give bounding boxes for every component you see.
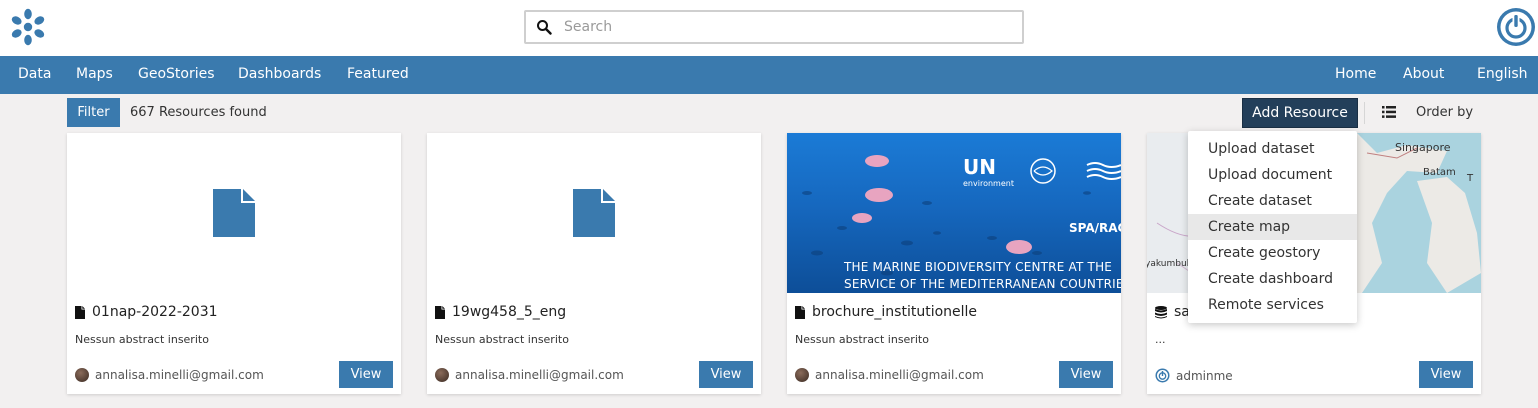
view-button[interactable]: View bbox=[699, 361, 753, 388]
un-logo-subtitle: environment bbox=[963, 179, 1014, 188]
card-thumbnail: UN environment SPA/RAC THE MARINE BIODIV… bbox=[787, 133, 1121, 293]
top-bar bbox=[0, 0, 1538, 56]
card-abstract: Nessun abstract inserito bbox=[795, 333, 929, 346]
map-label-batam: Batam bbox=[1423, 167, 1456, 178]
owner-email[interactable]: annalisa.minelli@gmail.com bbox=[455, 368, 624, 382]
database-icon bbox=[1155, 305, 1167, 318]
document-placeholder-icon bbox=[573, 189, 615, 237]
owner-email[interactable]: annalisa.minelli@gmail.com bbox=[815, 368, 984, 382]
order-by-dropdown[interactable]: Order by bbox=[1416, 105, 1473, 120]
thumbnail-tagline-1: THE MARINE BIODIVERSITY CENTRE AT THE bbox=[844, 260, 1113, 274]
main-navbar: Data Maps GeoStories Dashboards Featured… bbox=[0, 56, 1538, 94]
toolbar-divider bbox=[1364, 102, 1365, 124]
view-button[interactable]: View bbox=[339, 361, 393, 388]
power-user-icon[interactable] bbox=[1495, 6, 1537, 48]
map-label-yakumbul: yakumbul bbox=[1147, 259, 1190, 269]
avatar bbox=[795, 368, 809, 382]
card-owner[interactable]: annalisa.minelli@gmail.com bbox=[435, 368, 624, 382]
view-button[interactable]: View bbox=[1419, 361, 1473, 388]
un-logo-text: UN bbox=[963, 155, 996, 179]
resource-card[interactable]: UN environment SPA/RAC THE MARINE BIODIV… bbox=[787, 133, 1121, 394]
search-box[interactable] bbox=[524, 10, 1024, 44]
menu-create-map[interactable]: Create map bbox=[1188, 214, 1357, 240]
unep-emblem-icon bbox=[1030, 158, 1056, 184]
geonode-logo-icon[interactable] bbox=[8, 7, 48, 47]
document-icon bbox=[75, 305, 85, 319]
nav-featured[interactable]: Featured bbox=[347, 66, 409, 82]
add-resource-menu: Upload dataset Upload document Create da… bbox=[1188, 131, 1357, 323]
nav-home[interactable]: Home bbox=[1335, 66, 1376, 82]
avatar bbox=[75, 368, 89, 382]
list-icon[interactable] bbox=[1382, 106, 1396, 118]
avatar bbox=[435, 368, 449, 382]
document-placeholder-icon bbox=[213, 189, 255, 237]
menu-remote-services[interactable]: Remote services bbox=[1188, 292, 1357, 318]
resource-card[interactable]: 01nap-2022-2031 Nessun abstract inserito… bbox=[67, 133, 401, 394]
document-icon bbox=[795, 305, 805, 319]
nav-dashboards[interactable]: Dashboards bbox=[238, 66, 321, 82]
resources-count: 667 Resources found bbox=[130, 105, 267, 120]
spa-rac-text: SPA/RAC bbox=[1069, 221, 1121, 235]
card-owner[interactable]: annalisa.minelli@gmail.com bbox=[795, 368, 984, 382]
card-title[interactable]: brochure_institutionelle bbox=[812, 304, 977, 320]
menu-create-dataset[interactable]: Create dataset bbox=[1188, 188, 1357, 214]
spa-rac-emblem-icon bbox=[1086, 162, 1121, 180]
power-user-icon bbox=[1155, 368, 1170, 383]
menu-upload-dataset[interactable]: Upload dataset bbox=[1188, 136, 1357, 162]
nav-geostories[interactable]: GeoStories bbox=[138, 66, 215, 82]
owner-email[interactable]: annalisa.minelli@gmail.com bbox=[95, 368, 264, 382]
add-resource-button[interactable]: Add Resource bbox=[1242, 98, 1358, 128]
document-icon bbox=[435, 305, 445, 319]
menu-create-dashboard[interactable]: Create dashboard bbox=[1188, 266, 1357, 292]
resource-card[interactable]: 19wg458_5_eng Nessun abstract inserito a… bbox=[427, 133, 761, 394]
nav-language[interactable]: English bbox=[1477, 66, 1528, 82]
card-title[interactable]: 01nap-2022-2031 bbox=[92, 304, 218, 320]
nav-data[interactable]: Data bbox=[18, 66, 51, 82]
card-abstract: ... bbox=[1155, 333, 1166, 346]
nav-maps[interactable]: Maps bbox=[76, 66, 113, 82]
thumbnail-tagline-2: SERVICE OF THE MEDITERRANEAN COUNTRIES bbox=[844, 277, 1121, 291]
search-input[interactable] bbox=[564, 16, 1004, 38]
map-label-t: T bbox=[1467, 173, 1474, 184]
nav-about[interactable]: About bbox=[1403, 66, 1444, 82]
card-owner[interactable]: annalisa.minelli@gmail.com bbox=[75, 368, 264, 382]
ocean-thumbnail-image: UN environment SPA/RAC THE MARINE BIODIV… bbox=[787, 133, 1121, 293]
view-button[interactable]: View bbox=[1059, 361, 1113, 388]
map-label-singapore: Singapore bbox=[1395, 141, 1451, 154]
search-icon bbox=[537, 20, 552, 35]
card-thumbnail bbox=[67, 133, 401, 293]
menu-upload-document[interactable]: Upload document bbox=[1188, 162, 1357, 188]
owner-name[interactable]: adminme bbox=[1176, 369, 1233, 383]
filter-button[interactable]: Filter bbox=[67, 98, 120, 127]
card-owner[interactable]: adminme bbox=[1155, 368, 1233, 383]
card-title[interactable]: 19wg458_5_eng bbox=[452, 304, 566, 320]
card-thumbnail bbox=[427, 133, 761, 293]
menu-create-geostory[interactable]: Create geostory bbox=[1188, 240, 1357, 266]
card-abstract: Nessun abstract inserito bbox=[75, 333, 209, 346]
card-abstract: Nessun abstract inserito bbox=[435, 333, 569, 346]
